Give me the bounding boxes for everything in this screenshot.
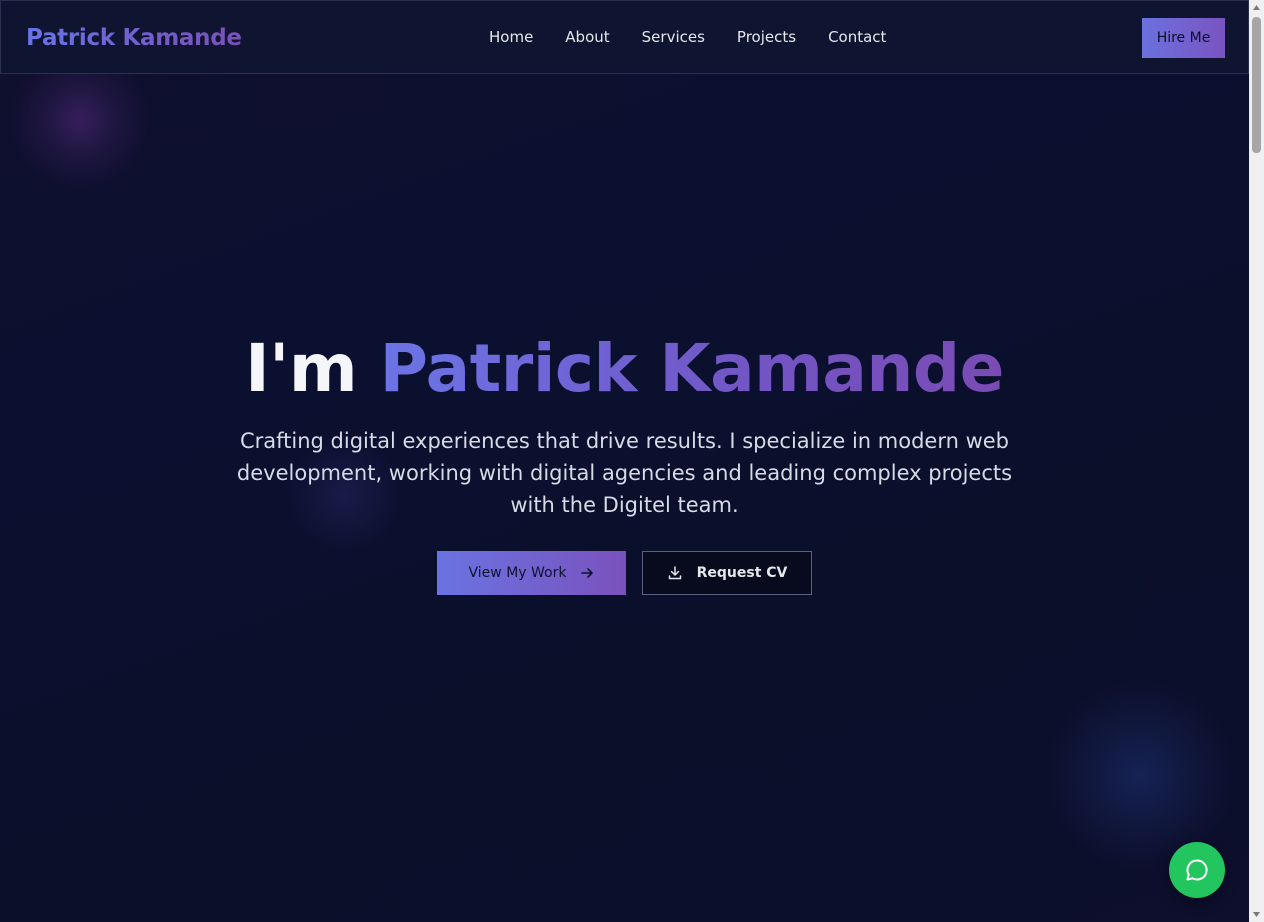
request-cv-label: Request CV: [696, 565, 788, 581]
download-icon: [667, 565, 683, 581]
hero-description: Crafting digital experiences that drive …: [236, 429, 1013, 517]
hero-title-name: Patrick Kamande: [379, 330, 1005, 407]
hire-me-button[interactable]: Hire Me: [1142, 18, 1225, 58]
navbar: Patrick Kamande Home About Services Proj…: [0, 0, 1249, 74]
chat-bubble-icon: [1184, 857, 1210, 883]
chat-button[interactable]: [1169, 842, 1225, 898]
view-my-work-button[interactable]: View My Work: [437, 551, 626, 595]
hero-title-prefix: I'm: [245, 330, 380, 407]
page: Patrick Kamande Home About Services Proj…: [0, 0, 1249, 922]
nav-link-contact[interactable]: Contact: [828, 28, 886, 46]
scroll-up-arrow-icon[interactable]: [1249, 0, 1264, 15]
vertical-scrollbar[interactable]: [1249, 0, 1264, 922]
view-my-work-label: View My Work: [468, 565, 567, 581]
nav-link-projects[interactable]: Projects: [737, 28, 796, 46]
brand-logo[interactable]: Patrick Kamande: [26, 25, 242, 51]
nav-link-home[interactable]: Home: [489, 28, 533, 46]
nav-links: Home About Services Projects Contact: [489, 28, 886, 46]
nav-link-services[interactable]: Services: [642, 28, 705, 46]
hero-title: I'm Patrick Kamande: [0, 330, 1249, 407]
nav-link-about[interactable]: About: [565, 28, 609, 46]
scrollbar-thumb[interactable]: [1252, 17, 1261, 153]
scroll-down-arrow-icon[interactable]: [1249, 907, 1264, 922]
arrow-right-icon: [580, 566, 594, 580]
request-cv-button[interactable]: Request CV: [642, 551, 812, 595]
